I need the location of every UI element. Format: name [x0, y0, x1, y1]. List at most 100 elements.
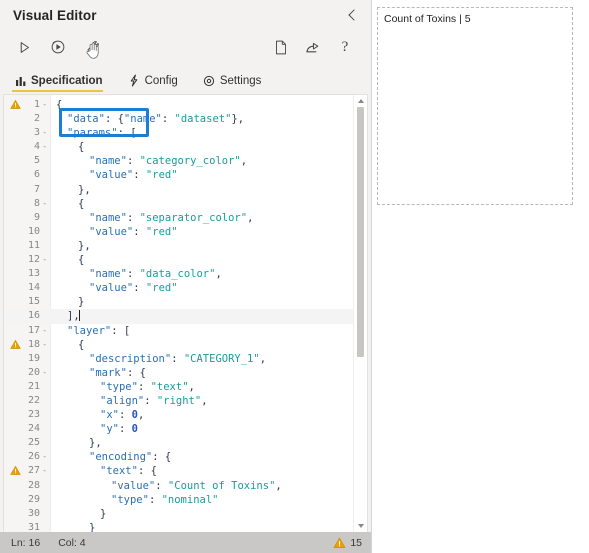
visual-canvas[interactable]: Count of Toxins | 5 [377, 7, 573, 205]
code-text: }, [89, 437, 102, 450]
code-line[interactable]: 5 "name": "category_color", [4, 154, 367, 168]
code-text: }, [78, 239, 91, 252]
code-line[interactable]: 17- "layer": [ [4, 324, 367, 338]
code-line[interactable]: 20- "mark": { [4, 366, 367, 380]
question-mark-icon: ? [341, 38, 349, 55]
line-number: 23 [27, 409, 40, 421]
line-number: 30 [27, 507, 40, 519]
code-line[interactable]: 2 "data": {"name": "dataset"}, [4, 112, 367, 126]
code-text: "name": "separator_color", [89, 211, 254, 224]
pane-header: Visual Editor [0, 0, 371, 30]
fold-toggle-icon[interactable]: - [42, 197, 49, 211]
code-line[interactable]: 19 "description": "CATEGORY_1", [4, 352, 367, 366]
tab-config-label: Config [144, 74, 178, 87]
editor-vertical-scrollbar[interactable] [353, 95, 367, 532]
run-button[interactable] [10, 34, 38, 60]
line-number: 12 [27, 254, 40, 266]
code-line[interactable]: 4- { [4, 140, 367, 154]
code-text: } [89, 521, 96, 532]
scrollbar-thumb[interactable] [357, 107, 364, 357]
chevron-left-icon[interactable] [341, 4, 363, 26]
code-text: } [100, 507, 107, 520]
code-line[interactable]: 16], [4, 309, 367, 324]
code-area[interactable]: 1-{2 "data": {"name": "dataset"}, 3- "param… [4, 95, 367, 532]
code-line[interactable]: 1-{ [4, 98, 367, 112]
new-spec-button[interactable] [267, 34, 295, 60]
code-line[interactable]: 18- { [4, 338, 367, 352]
status-warnings[interactable]: 15 [333, 537, 362, 549]
fold-toggle-icon[interactable]: - [42, 464, 49, 478]
line-number: 13 [27, 268, 40, 280]
code-text: "value": "red" [89, 282, 178, 295]
fold-toggle-icon[interactable]: - [42, 126, 49, 140]
code-line[interactable]: 29 "type": "nominal" [4, 493, 367, 507]
code-line[interactable]: 9 "name": "separator_color", [4, 211, 367, 225]
line-number: 26 [27, 451, 40, 463]
code-line[interactable]: 10 "value": "red" [4, 225, 367, 239]
code-line[interactable]: 8- { [4, 197, 367, 211]
code-line[interactable]: 3- "params": [ [4, 126, 367, 140]
code-text: ], [67, 310, 80, 323]
line-number: 3 [33, 127, 40, 139]
line-number: 16 [27, 310, 40, 322]
code-line[interactable]: 22 "align": "right", [4, 394, 367, 408]
code-line[interactable]: 6 "value": "red" [4, 168, 367, 182]
code-line[interactable]: 11}, [4, 239, 367, 253]
tab-settings[interactable]: Settings [201, 74, 271, 91]
line-number: 21 [27, 380, 40, 392]
code-line[interactable]: 27- "text": { [4, 464, 367, 478]
line-number: 29 [27, 493, 40, 505]
repair-button[interactable] [78, 34, 106, 60]
line-number: 8 [33, 197, 40, 209]
scroll-down-arrow-icon[interactable] [354, 520, 367, 532]
code-line[interactable]: 25}, [4, 436, 367, 450]
toolbar-right-group: ? [267, 34, 361, 60]
fold-toggle-icon[interactable]: - [42, 338, 49, 352]
auto-apply-button[interactable] [44, 34, 72, 60]
code-line[interactable]: 30} [4, 507, 367, 521]
code-text: { [78, 141, 85, 154]
code-line[interactable]: 28 "value": "Count of Toxins", [4, 479, 367, 493]
code-line[interactable]: 31} [4, 521, 367, 532]
fold-toggle-icon[interactable]: - [42, 450, 49, 464]
line-number: 22 [27, 394, 40, 406]
tab-specification-label: Specification [31, 74, 103, 87]
code-text: { [78, 254, 85, 267]
code-lines[interactable]: 1-{2 "data": {"name": "dataset"}, 3- "param… [4, 98, 367, 532]
tab-config[interactable]: Config [126, 74, 187, 91]
code-text: "y": 0 [100, 423, 138, 436]
code-line[interactable]: 15} [4, 295, 367, 309]
code-line[interactable]: 26- "encoding": { [4, 450, 367, 464]
line-number: 4 [33, 141, 40, 153]
code-line[interactable]: 21 "type": "text", [4, 380, 367, 394]
code-line[interactable]: 13 "name": "data_color", [4, 267, 367, 281]
line-number: 15 [27, 296, 40, 308]
fold-toggle-icon[interactable]: - [42, 324, 49, 338]
export-button[interactable] [299, 34, 327, 60]
scroll-up-arrow-icon[interactable] [354, 95, 367, 107]
code-line[interactable]: 14 "value": "red" [4, 281, 367, 295]
code-line[interactable]: 7}, [4, 183, 367, 197]
code-text: { [56, 99, 63, 111]
visual-preview-pane[interactable]: Count of Toxins | 5 [372, 0, 589, 553]
line-number: 27 [27, 465, 40, 477]
editor-tabs: Specification Config Settings [0, 64, 371, 92]
page-title: Visual Editor [13, 7, 97, 23]
code-line[interactable]: 23 "x": 0, [4, 408, 367, 422]
tab-specification[interactable]: Specification [12, 74, 112, 92]
gear-icon [203, 74, 216, 87]
code-line[interactable]: 12- { [4, 253, 367, 267]
chart-bar-icon [14, 74, 27, 87]
line-number: 14 [27, 282, 40, 294]
code-line[interactable]: 24 "y": 0 [4, 422, 367, 436]
code-text: "type": "nominal" [111, 493, 219, 506]
fold-toggle-icon[interactable]: - [42, 253, 49, 267]
fold-toggle-icon[interactable]: - [42, 140, 49, 154]
fold-toggle-icon[interactable]: - [42, 366, 49, 380]
code-editor[interactable]: 1-{2 "data": {"name": "dataset"}, 3- "param… [3, 94, 368, 532]
code-text: "value": "red" [89, 169, 178, 182]
help-button[interactable]: ? [331, 34, 359, 60]
line-number: 1 [33, 99, 40, 110]
line-number: 10 [27, 225, 40, 237]
fold-toggle-icon[interactable]: - [42, 98, 49, 112]
